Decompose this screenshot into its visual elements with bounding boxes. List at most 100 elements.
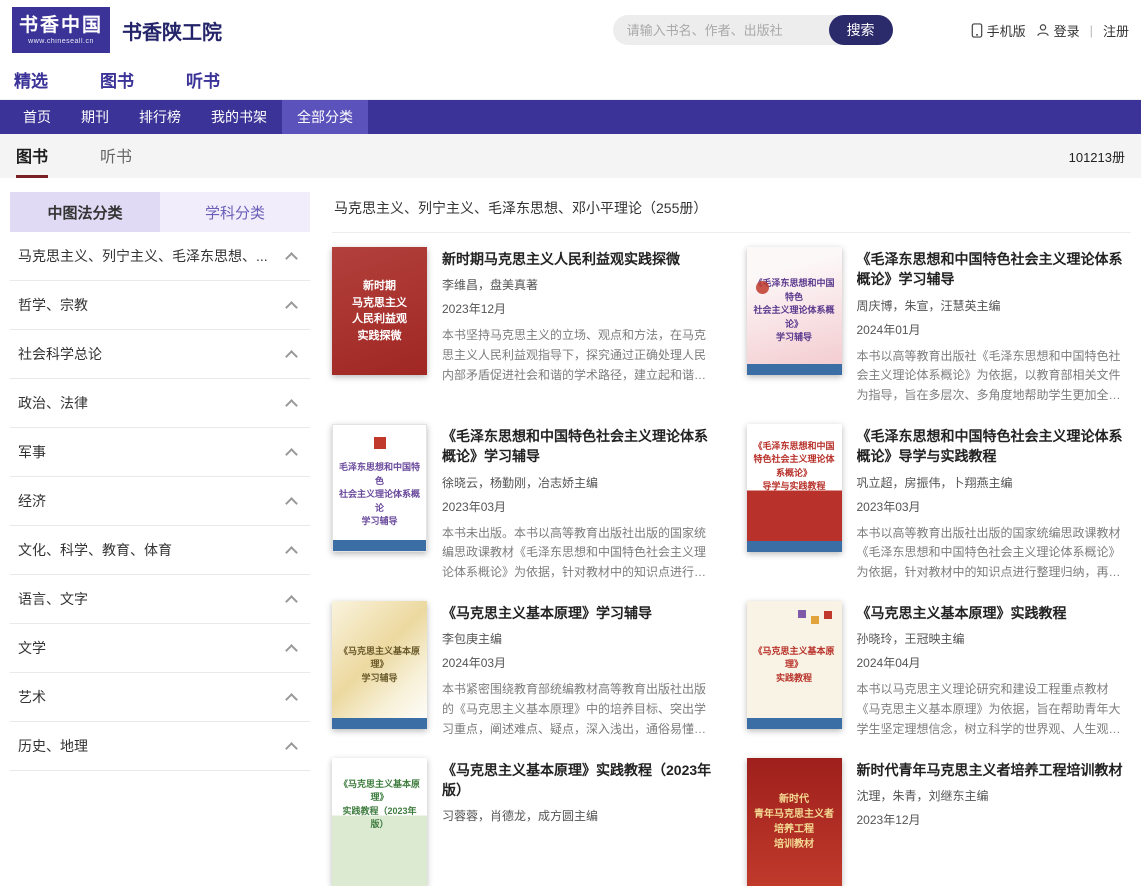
category-sidebar: 中图法分类 学科分类 马克思主义、列宁主义、毛泽东思想、... 哲学、宗教 社会…: [10, 192, 310, 886]
sidebar-category-politics-law[interactable]: 政治、法律: [10, 379, 310, 428]
chevron-up-icon: [285, 595, 298, 608]
top-nav-featured[interactable]: 精选: [14, 67, 48, 92]
book-card: 《毛泽东思想和中国特色 社会主义理论体系概论》 学习辅导 《毛泽东思想和中国特色…: [747, 247, 1132, 406]
category-label: 军事: [18, 442, 46, 462]
listing-heading: 马克思主义、列宁主义、毛泽东思想、邓小平理论（255册）: [332, 192, 1131, 233]
site-name: 书香陕工院: [122, 16, 222, 45]
cover-text: 《马克思主义基本原理》 实践教程（2023年版）: [332, 774, 427, 836]
nav-all-categories[interactable]: 全部分类: [282, 100, 368, 134]
cover-text: 毛泽东思想和中国特色 社会主义理论体系概论 学习辅导: [333, 443, 426, 533]
book-card: 新时代 青年马克思主义者培养工程 培训教材 新时代青年马克思主义者培养工程培训教…: [747, 758, 1132, 886]
site-header: 书香中国 www.chineseall.cn 书香陕工院 搜索 手机版 登录 |…: [0, 0, 1141, 60]
total-book-count: 101213册: [1069, 147, 1125, 166]
main-nav: 首页 期刊 排行榜 我的书架 全部分类: [0, 100, 1141, 134]
book-cover[interactable]: 毛泽东思想和中国特色 社会主义理论体系概论 学习辅导: [332, 424, 427, 552]
book-cover[interactable]: 《马克思主义基本原理》 学习辅导: [332, 601, 427, 729]
nav-my-bookshelf[interactable]: 我的书架: [196, 100, 282, 134]
top-nav-audiobooks[interactable]: 听书: [186, 67, 220, 92]
sidebar-tabs: 中图法分类 学科分类: [10, 192, 310, 232]
chevron-up-icon: [285, 399, 298, 412]
book-author: 李维昌，盘美真著: [442, 276, 717, 293]
book-title[interactable]: 《马克思主义基本原理》学习辅导: [442, 603, 717, 623]
book-title[interactable]: 《毛泽东思想和中国特色社会主义理论体系概论》学习辅导: [442, 426, 717, 467]
links-divider: |: [1090, 23, 1093, 38]
user-icon: [1036, 23, 1050, 37]
mobile-version-link[interactable]: 手机版: [971, 21, 1026, 40]
category-label: 文学: [18, 638, 46, 658]
book-card: 《马克思主义基本原理》 实践教程（2023年版） 《马克思主义基本原理》实践教程…: [332, 758, 717, 886]
cover-text: 《毛泽东思想和中国特色社会主义理论体系概论》 导学与实践教程: [747, 436, 842, 498]
site-logo[interactable]: 书香中国 www.chineseall.cn: [12, 7, 110, 53]
book-date: 2023年03月: [857, 498, 1132, 515]
book-info: 《毛泽东思想和中国特色社会主义理论体系概论》学习辅导 周庆博，朱宣，汪慧英主编 …: [857, 247, 1132, 406]
book-cover[interactable]: 《毛泽东思想和中国特色 社会主义理论体系概论》 学习辅导: [747, 247, 842, 375]
book-info: 新时期马克思主义人民利益观实践探微 李维昌，盘美真著 2023年12月 本书坚持…: [442, 247, 717, 406]
book-cover[interactable]: 《马克思主义基本原理》 实践教程: [747, 601, 842, 729]
main-area: 中图法分类 学科分类 马克思主义、列宁主义、毛泽东思想、... 哲学、宗教 社会…: [0, 178, 1141, 886]
tab-books[interactable]: 图书: [16, 134, 48, 178]
chevron-up-icon: [285, 252, 298, 265]
sidebar-category-military[interactable]: 军事: [10, 428, 310, 477]
book-author: 孙晓玲，王冠映主编: [857, 630, 1132, 647]
book-title[interactable]: 《马克思主义基本原理》实践教程（2023年版）: [442, 760, 717, 801]
nav-journals[interactable]: 期刊: [66, 100, 124, 134]
category-label: 语言、文字: [18, 589, 88, 609]
sidebar-category-history-geography[interactable]: 历史、地理: [10, 722, 310, 771]
book-cover[interactable]: 新时代 青年马克思主义者培养工程 培训教材: [747, 758, 842, 886]
top-nav-books[interactable]: 图书: [100, 67, 134, 92]
book-info: 《毛泽东思想和中国特色社会主义理论体系概论》学习辅导 徐晓云，杨勤刚，冶志娇主编…: [442, 424, 717, 583]
book-cover[interactable]: 《毛泽东思想和中国特色社会主义理论体系概论》 导学与实践教程: [747, 424, 842, 552]
login-link[interactable]: 登录: [1036, 21, 1080, 40]
register-link[interactable]: 注册: [1103, 21, 1129, 40]
cover-text: 《毛泽东思想和中国特色 社会主义理论体系概论》 学习辅导: [747, 273, 842, 349]
sidebar-category-social-science[interactable]: 社会科学总论: [10, 330, 310, 379]
sidebar-category-economics[interactable]: 经济: [10, 477, 310, 526]
sidebar-category-literature[interactable]: 文学: [10, 624, 310, 673]
book-title[interactable]: 《毛泽东思想和中国特色社会主义理论体系概论》学习辅导: [857, 249, 1132, 290]
category-label: 马克思主义、列宁主义、毛泽东思想、...: [18, 246, 268, 266]
book-date: 2024年01月: [857, 321, 1132, 338]
book-grid: 新时期 马克思主义 人民利益观 实践探微 新时期马克思主义人民利益观实践探微 李…: [332, 247, 1131, 886]
book-title[interactable]: 新时代青年马克思主义者培养工程培训教材: [857, 760, 1132, 780]
book-cover[interactable]: 新时期 马克思主义 人民利益观 实践探微: [332, 247, 427, 375]
content-tab-bar: 图书 听书 101213册: [0, 134, 1141, 178]
sidebar-category-philosophy[interactable]: 哲学、宗教: [10, 281, 310, 330]
chevron-up-icon: [285, 448, 298, 461]
book-date: 2024年03月: [442, 654, 717, 671]
category-label: 文化、科学、教育、体育: [18, 540, 172, 560]
book-card: 新时期 马克思主义 人民利益观 实践探微 新时期马克思主义人民利益观实践探微 李…: [332, 247, 717, 406]
user-links: 手机版 登录 | 注册: [971, 21, 1129, 40]
book-card: 《马克思主义基本原理》 实践教程 《马克思主义基本原理》实践教程 孙晓玲，王冠映…: [747, 601, 1132, 740]
login-label: 登录: [1054, 21, 1080, 40]
book-description: 本书紧密围绕教育部统编教材高等教育出版社出版的《马克思主义基本原理》中的培养目标…: [442, 680, 717, 739]
sidebar-category-culture-education[interactable]: 文化、科学、教育、体育: [10, 526, 310, 575]
book-info: 《马克思主义基本原理》学习辅导 李包庚主编 2024年03月 本书紧密围绕教育部…: [442, 601, 717, 740]
logo-subtitle: www.chineseall.cn: [28, 38, 94, 45]
sidebar-category-art[interactable]: 艺术: [10, 673, 310, 722]
book-author: 巩立超，房振伟，卜翔燕主编: [857, 474, 1132, 491]
book-date: 2023年03月: [442, 498, 717, 515]
search-input[interactable]: [613, 15, 841, 45]
search-button[interactable]: 搜索: [829, 15, 893, 45]
book-description: 本书未出版。本书以高等教育出版社出版的国家统编思政课教材《毛泽东思想和中国特色社…: [442, 524, 717, 583]
chevron-up-icon: [285, 350, 298, 363]
nav-rankings[interactable]: 排行榜: [124, 100, 196, 134]
logo-title: 书香中国: [19, 15, 103, 38]
book-listing: 马克思主义、列宁主义、毛泽东思想、邓小平理论（255册） 新时期 马克思主义 人…: [332, 192, 1131, 886]
book-author: 徐晓云，杨勤刚，冶志娇主编: [442, 474, 717, 491]
mobile-label: 手机版: [987, 21, 1026, 40]
book-author: 李包庚主编: [442, 630, 717, 647]
category-label: 经济: [18, 491, 46, 511]
sidebar-category-marxism[interactable]: 马克思主义、列宁主义、毛泽东思想、...: [10, 232, 310, 281]
sidebar-tab-clc[interactable]: 中图法分类: [10, 192, 160, 232]
sidebar-category-language[interactable]: 语言、文字: [10, 575, 310, 624]
sidebar-tab-discipline[interactable]: 学科分类: [160, 192, 310, 232]
book-title[interactable]: 新时期马克思主义人民利益观实践探微: [442, 249, 717, 269]
book-title[interactable]: 《马克思主义基本原理》实践教程: [857, 603, 1132, 623]
book-title[interactable]: 《毛泽东思想和中国特色社会主义理论体系概论》导学与实践教程: [857, 426, 1132, 467]
nav-home[interactable]: 首页: [8, 100, 66, 134]
category-label: 社会科学总论: [18, 344, 102, 364]
tab-audiobooks[interactable]: 听书: [100, 134, 132, 178]
book-description: 本书以高等教育出版社出版的国家统编思政课教材《毛泽东思想和中国特色社会主义理论体…: [857, 524, 1132, 583]
book-cover[interactable]: 《马克思主义基本原理》 实践教程（2023年版）: [332, 758, 427, 886]
